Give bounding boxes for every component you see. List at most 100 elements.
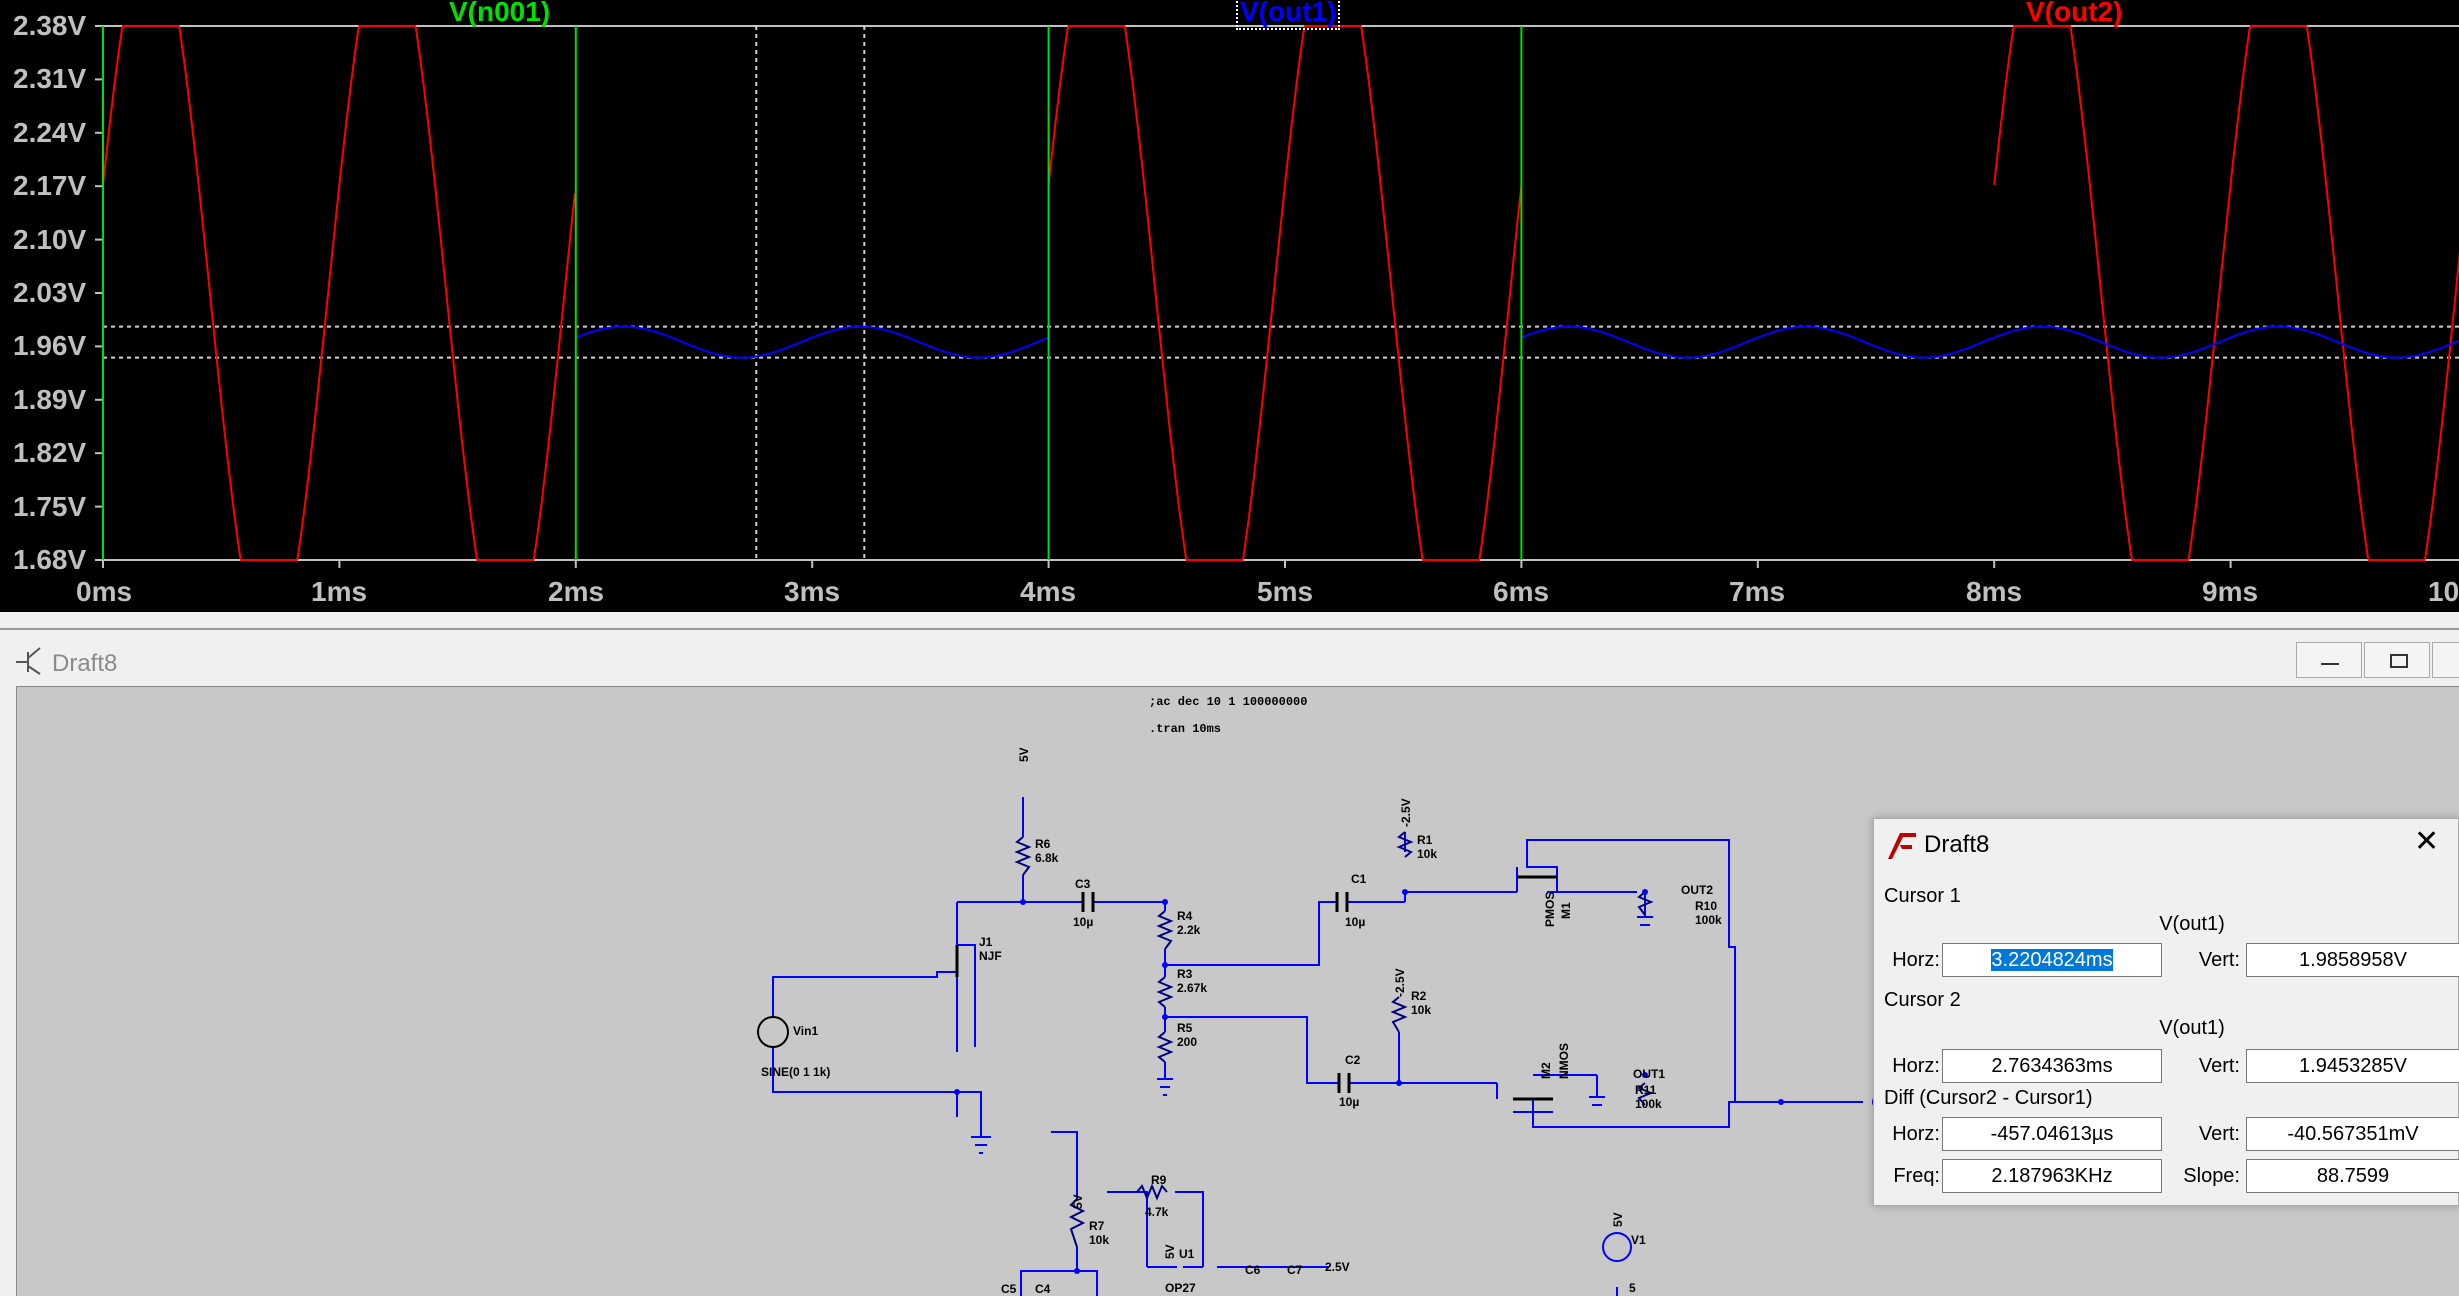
x-tick-label: 9ms	[2202, 576, 2259, 607]
r7-value: 10k	[1089, 1233, 1110, 1247]
x-tick-label: 6ms	[1493, 576, 1550, 607]
vin1-label[interactable]: Vin1	[793, 1024, 818, 1038]
cursor2-vert-label: Vert:	[2198, 1055, 2240, 1077]
c4-label[interactable]: C4	[1035, 1282, 1050, 1296]
diff-section-label: Diff (Cursor2 - Cursor1)	[1884, 1087, 2093, 1109]
r5-label[interactable]: R5 200	[1177, 1021, 1197, 1049]
r3-label[interactable]: R3 2.67k	[1177, 967, 1207, 995]
restore-icon	[2390, 654, 2408, 668]
j1-value: NJF	[979, 949, 1002, 963]
diff-horz-field[interactable]: -457.04613µs	[1942, 1117, 2162, 1151]
freq-field[interactable]: 2.187963KHz	[1942, 1159, 2162, 1193]
r6-label[interactable]: R6 6.8k	[1035, 837, 1058, 865]
r11-value: 100k	[1635, 1097, 1662, 1111]
u1-label[interactable]: U1	[1179, 1247, 1194, 1261]
directive-ac[interactable]: ;ac dec 10 1 100000000	[1149, 695, 1307, 709]
cursor1-horz-label: Horz:	[1892, 949, 1940, 971]
r10-name: R10	[1695, 899, 1718, 913]
schematic-titlebar[interactable]: Draft8	[0, 630, 2459, 686]
cursor1-vert-field[interactable]: 1.9858958V	[2246, 943, 2459, 977]
y-tick-label: 2.24V	[13, 117, 87, 148]
r4-label[interactable]: R4 2.2k	[1177, 909, 1200, 937]
minimize-button[interactable]	[2296, 642, 2362, 678]
freq-label: Freq:	[1893, 1165, 1940, 1187]
net-label-r2-neg2-5v: -2.5V	[1393, 968, 1407, 997]
y-tick-label: 1.96V	[13, 330, 87, 361]
net-label-r7-5v: 5V	[1071, 1194, 1085, 1209]
cursor2-horz-label: Horz:	[1892, 1055, 1940, 1077]
r4-value: 2.2k	[1177, 923, 1201, 937]
r2-label[interactable]: R2 10k	[1411, 989, 1431, 1017]
trace-out1[interactable]	[575, 325, 2459, 359]
r7-label[interactable]: R7 10k	[1089, 1219, 1109, 1247]
slope-field[interactable]: 88.7599	[2246, 1159, 2459, 1193]
diff-vert-field[interactable]: -40.567351mV	[2246, 1117, 2459, 1151]
net-label-out1[interactable]: OUT1	[1633, 1067, 1665, 1081]
c2-label[interactable]: C2	[1345, 1053, 1360, 1067]
r11-name: R11	[1635, 1083, 1657, 1097]
schematic-app-icon	[16, 647, 41, 675]
c5-label[interactable]: C5	[1001, 1282, 1016, 1296]
y-tick-label: 2.03V	[13, 277, 87, 308]
cursor1-horz-field[interactable]: 3.2204824ms	[1942, 943, 2162, 977]
r5-name: R5	[1177, 1021, 1193, 1035]
vin1-value[interactable]: SINE(0 1 1k)	[761, 1065, 830, 1079]
c3-label[interactable]: C3	[1075, 877, 1090, 891]
net-label-out2[interactable]: OUT2	[1681, 883, 1713, 897]
j1-label[interactable]: J1 NJF	[979, 935, 1002, 963]
restore-button[interactable]	[2364, 642, 2430, 678]
j1-name: J1	[979, 935, 993, 949]
cursor-dialog[interactable]: Draft8 ✕ Cursor 1 V(out1) Horz: 3.220482…	[1873, 818, 2459, 1206]
r1-label[interactable]: R1 10k	[1417, 833, 1437, 861]
m2-name-label[interactable]: M2	[1539, 1062, 1553, 1079]
r2-name: R2	[1411, 989, 1427, 1003]
c1-label[interactable]: C1	[1351, 872, 1366, 886]
close-window-button[interactable]	[2432, 642, 2459, 678]
dialog-close-icon[interactable]: ✕	[2414, 827, 2439, 857]
trace-out2[interactable]	[102, 25, 2459, 561]
r10-label[interactable]: R10 100k	[1695, 899, 1722, 927]
m2-type-label: NMOS	[1557, 1043, 1571, 1079]
y-tick-label: 2.31V	[13, 63, 87, 94]
net-label-2-5v[interactable]: 2.5V	[1325, 1260, 1350, 1274]
y-tick-label: 2.10V	[13, 224, 87, 255]
directive-tran[interactable]: .tran 10ms	[1149, 722, 1221, 736]
schematic-title: Draft8	[52, 650, 118, 677]
cursor1-section-label: Cursor 1	[1884, 885, 1961, 907]
c6-label[interactable]: C6	[1245, 1263, 1260, 1277]
x-tick-label: 10	[2428, 576, 2459, 607]
y-tick-label: 2.17V	[13, 170, 87, 201]
trace-title-out2[interactable]: V(out2)	[2026, 0, 2122, 28]
trace-title-out1[interactable]: V(out1)	[1236, 0, 1341, 30]
dialog-title: Draft8	[1924, 831, 1990, 858]
r6-value: 6.8k	[1035, 851, 1059, 865]
x-tick-label: 2ms	[548, 576, 605, 607]
cursor2-horz-field[interactable]: 2.7634363ms	[1942, 1049, 2162, 1083]
slope-label: Slope:	[2183, 1165, 2240, 1187]
r7-name: R7	[1089, 1219, 1105, 1233]
r9-value: 4.7k	[1145, 1205, 1169, 1219]
y-tick-label: 1.68V	[13, 544, 87, 575]
waveform-canvas[interactable]	[0, 0, 2459, 612]
y-tick-label: 1.75V	[13, 491, 87, 522]
m1-name-label[interactable]: M1	[1559, 902, 1573, 919]
x-tick-label: 5ms	[1257, 576, 1314, 607]
cursor2-vert-field[interactable]: 1.9453285V	[2246, 1049, 2459, 1083]
c1-value: 10µ	[1345, 915, 1366, 929]
vin1-source-symbol[interactable]	[757, 1016, 789, 1048]
x-tick-label: 1ms	[311, 576, 368, 607]
trace-title-n001[interactable]: V(n001)	[449, 0, 550, 28]
net-label-u1-5v: 5V	[1163, 1244, 1177, 1259]
v1-label[interactable]: V1	[1631, 1233, 1646, 1247]
cursor1-trace: V(out1)	[2159, 913, 2225, 935]
c7-label[interactable]: C7	[1287, 1263, 1302, 1277]
r6-name: R6	[1035, 837, 1051, 851]
r9-label[interactable]: R9	[1151, 1173, 1166, 1187]
x-tick-label: 4ms	[1020, 576, 1077, 607]
r1-value: 10k	[1417, 847, 1438, 861]
r2-value: 10k	[1411, 1003, 1432, 1017]
r11-label[interactable]: R11 100k	[1635, 1083, 1662, 1111]
r5-value: 200	[1177, 1035, 1198, 1049]
net-label-r6-5v: 5V	[1017, 747, 1031, 762]
waveform-plot[interactable]: V(n001) V(out1) V(out2) 2.38V 2.31V 2.24…	[0, 0, 2459, 612]
